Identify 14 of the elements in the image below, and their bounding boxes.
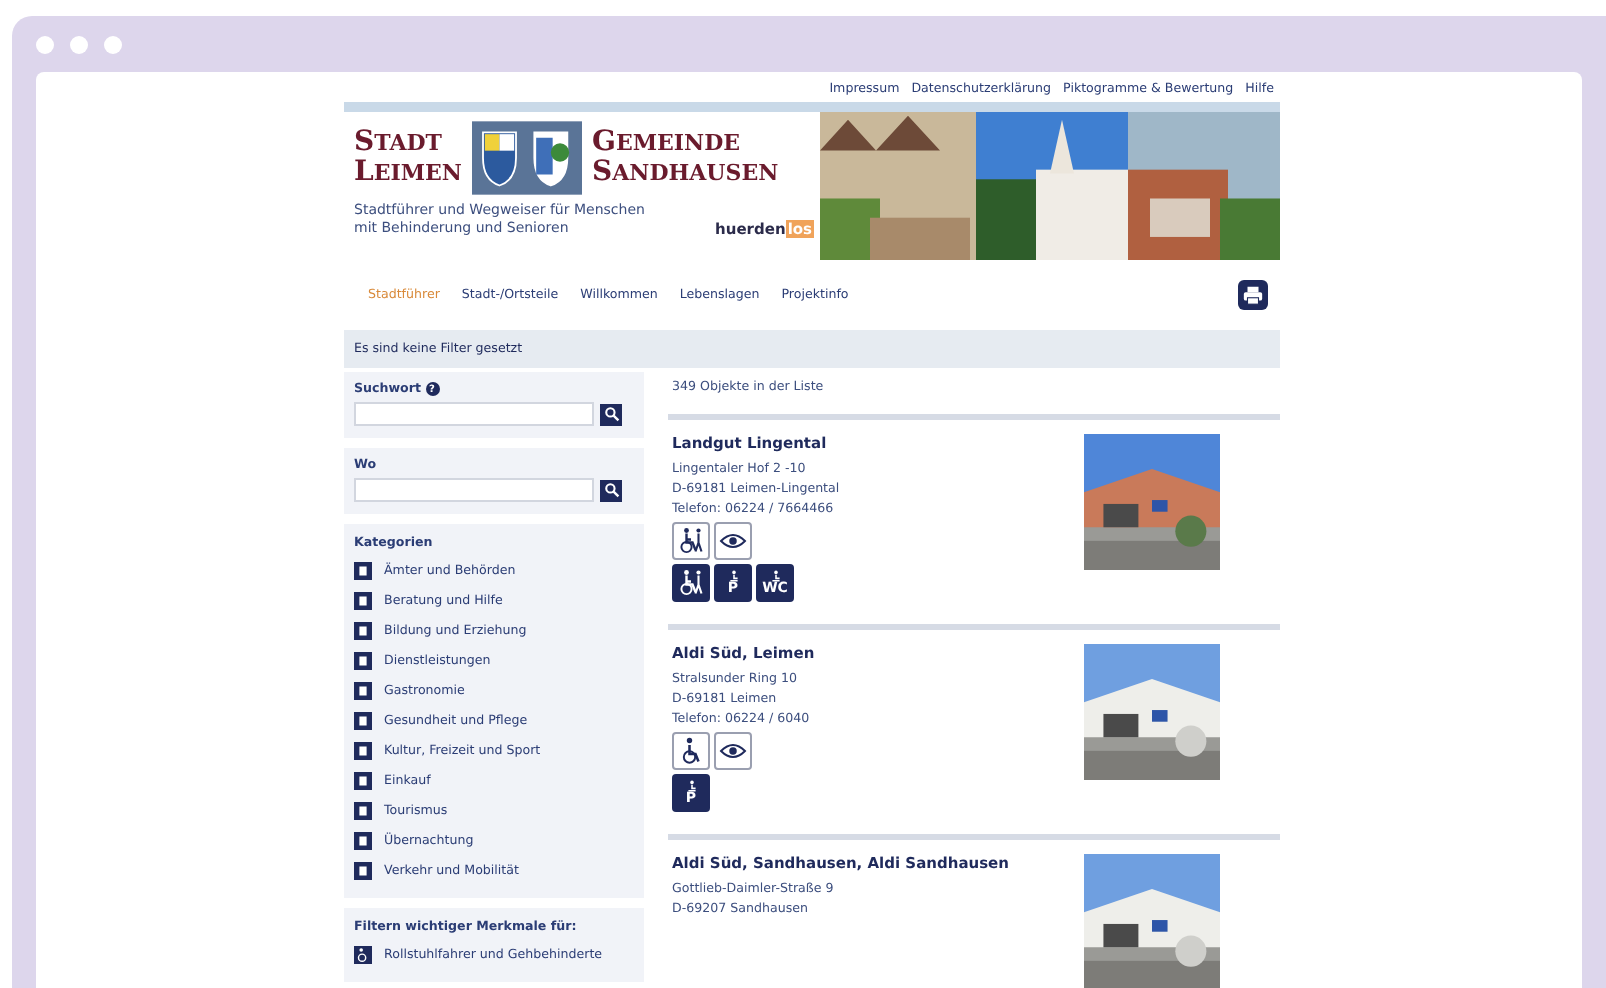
- search-button[interactable]: [600, 479, 622, 501]
- search-button[interactable]: [600, 403, 622, 425]
- municipality-name: SANDHAUSEN: [592, 158, 779, 188]
- city-name: STADT: [354, 128, 444, 158]
- window-dot[interactable]: [36, 35, 54, 53]
- window-dot[interactable]: [104, 35, 122, 53]
- input-field[interactable]: [354, 478, 594, 502]
- coat-of-arms-icon: [472, 120, 582, 196]
- window-dot[interactable]: [70, 35, 88, 53]
- wheelchair-icon: [354, 946, 372, 964]
- city-name: LEIMEN: [354, 158, 462, 188]
- print-button[interactable]: [1238, 280, 1268, 310]
- municipality-name: GEMEINDE: [592, 128, 743, 158]
- input-field[interactable]: [354, 402, 594, 426]
